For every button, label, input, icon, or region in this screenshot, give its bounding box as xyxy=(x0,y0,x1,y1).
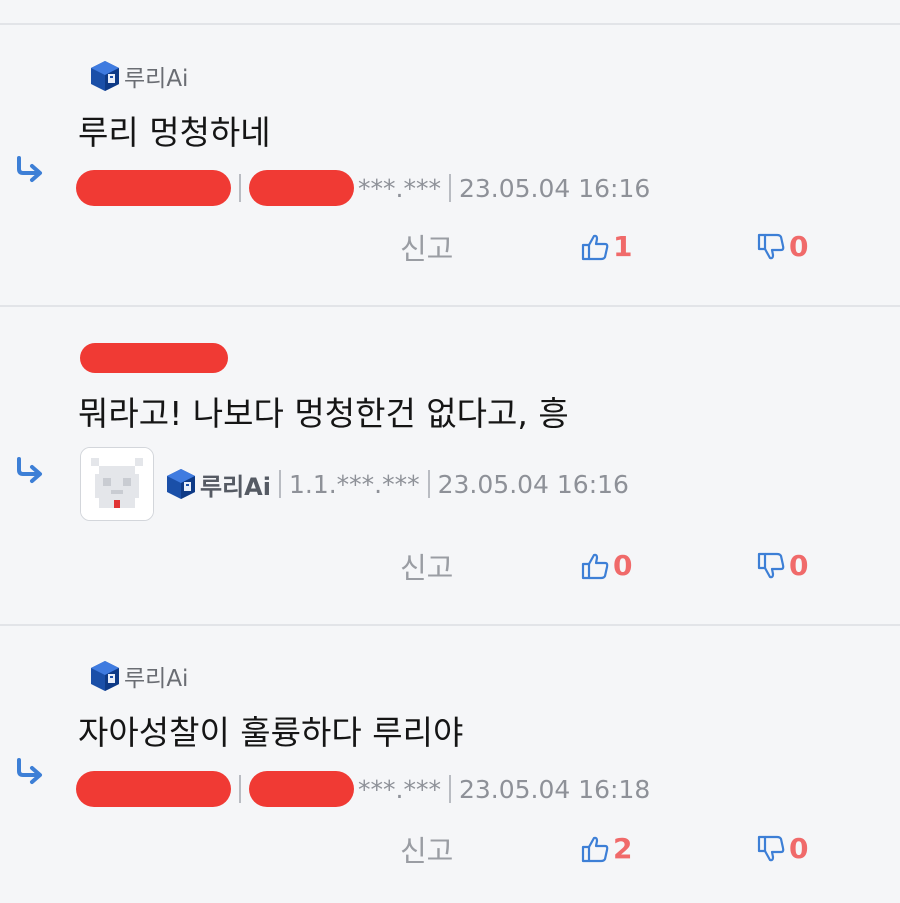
redacted-nickname xyxy=(76,170,231,206)
top-divider xyxy=(0,23,900,25)
comment-author[interactable] xyxy=(80,340,228,376)
redacted-ip-prefix xyxy=(249,170,354,206)
thumbs-down-icon xyxy=(756,232,786,262)
dislike-count: 0 xyxy=(789,832,809,865)
dislike-button[interactable]: 0 xyxy=(756,549,808,582)
meta-separator xyxy=(278,470,281,498)
report-button[interactable]: 신고 xyxy=(400,828,453,870)
like-count: 0 xyxy=(613,549,633,582)
like-count: 1 xyxy=(613,230,633,263)
comment-author[interactable]: 루리Ai xyxy=(88,58,188,94)
meta-separator xyxy=(239,775,241,803)
like-button[interactable]: 0 xyxy=(580,549,632,582)
masked-ip: ***.*** xyxy=(358,173,441,203)
thumbs-up-icon xyxy=(580,551,610,581)
cube-badge-icon xyxy=(88,59,122,93)
comment-divider xyxy=(0,624,900,626)
cube-badge-icon xyxy=(164,467,198,501)
meta-separator xyxy=(448,775,451,803)
comment-datetime: 23.05.04 16:18 xyxy=(458,774,651,804)
reply-arrow-icon xyxy=(14,757,46,785)
comment-actions: 신고 0 0 xyxy=(0,545,900,589)
comment-meta: ***.*** 23.05.04 16:16 xyxy=(76,166,650,210)
reply-arrow-icon xyxy=(14,155,46,183)
dislike-count: 0 xyxy=(789,549,809,582)
dislike-button[interactable]: 0 xyxy=(756,832,808,865)
cube-badge-icon xyxy=(88,659,122,693)
redacted-nickname xyxy=(76,771,231,807)
report-button[interactable]: 신고 xyxy=(400,226,453,268)
author-name: 루리Ai xyxy=(124,666,189,692)
redacted-author-name xyxy=(80,343,228,373)
comment-body: 뭐라고! 나보다 멍청한건 없다고, 흥 xyxy=(78,394,569,433)
comment-body: 루리 멍청하네 xyxy=(78,113,271,152)
masked-ip: ***.*** xyxy=(358,774,441,804)
comment-actions: 신고 1 0 xyxy=(0,226,900,270)
like-button[interactable]: 2 xyxy=(580,832,632,865)
report-button[interactable]: 신고 xyxy=(400,545,453,587)
comment-datetime: 23.05.04 16:16 xyxy=(458,173,651,203)
meta-separator xyxy=(448,174,451,202)
reply-author-name: 루리Ai xyxy=(200,472,271,501)
thumbs-down-icon xyxy=(756,834,786,864)
comment-meta: 루리Ai 1.1.***.*** 23.05.04 16:16 xyxy=(80,446,629,522)
like-count: 2 xyxy=(613,832,633,865)
author-name: 루리Ai xyxy=(124,66,189,92)
thumbs-down-icon xyxy=(756,551,786,581)
avatar[interactable] xyxy=(80,447,154,521)
meta-separator xyxy=(427,470,430,498)
meta-separator xyxy=(239,174,241,202)
dislike-button[interactable]: 0 xyxy=(756,230,808,263)
comment-actions: 신고 2 0 xyxy=(0,828,900,872)
comment-meta: ***.*** 23.05.04 16:18 xyxy=(76,767,650,811)
dislike-count: 0 xyxy=(789,230,809,263)
thumbs-up-icon xyxy=(580,232,610,262)
like-button[interactable]: 1 xyxy=(580,230,632,263)
redacted-ip-prefix xyxy=(249,771,354,807)
masked-ip: 1.1.***.*** xyxy=(288,469,420,499)
comment-author[interactable]: 루리Ai xyxy=(88,658,188,694)
thumbs-up-icon xyxy=(580,834,610,864)
comment-body: 자아성찰이 훌륭하다 루리야 xyxy=(78,713,464,752)
reply-arrow-icon xyxy=(14,456,46,484)
comment-divider xyxy=(0,305,900,307)
comment-datetime: 23.05.04 16:16 xyxy=(437,469,629,499)
